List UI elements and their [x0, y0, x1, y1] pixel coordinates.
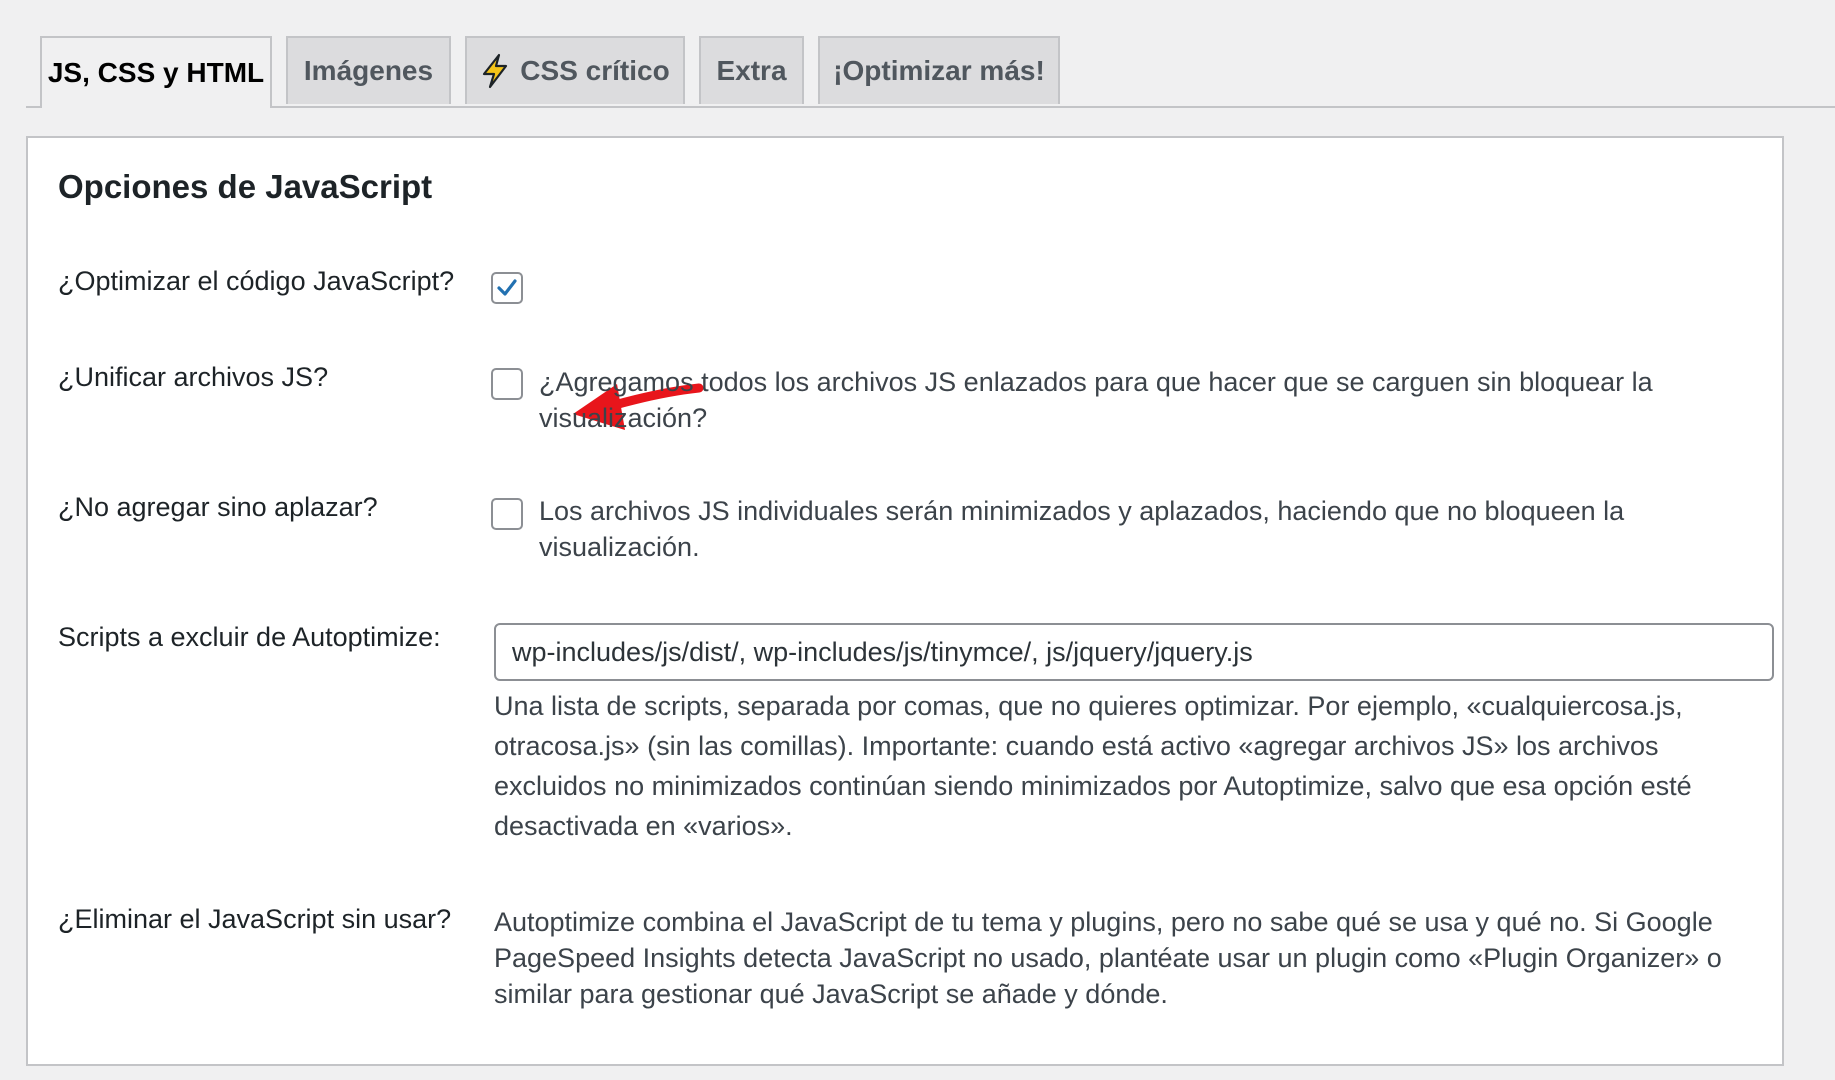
tab-critical-css[interactable]: CSS crítico: [465, 36, 685, 104]
tab-js-css-html[interactable]: JS, CSS y HTML: [40, 36, 272, 108]
aggregate-js-checkbox[interactable]: [491, 368, 523, 400]
defer-js-label: ¿No agregar sino aplazar?: [58, 492, 378, 522]
tab-label: ¡Optimizar más!: [833, 55, 1045, 86]
tab-extra[interactable]: Extra: [699, 36, 804, 104]
exclude-scripts-input[interactable]: [494, 623, 1774, 681]
aggregate-js-label: ¿Unificar archivos JS?: [58, 362, 329, 392]
optimize-js-label: ¿Optimizar el código JavaScript?: [58, 266, 455, 296]
section-title: Opciones de JavaScript: [58, 168, 433, 205]
tab-bar: JS, CSS y HTML Imágenes CSS crítico Extr…: [26, 36, 1835, 108]
unused-js-description: Autoptimize combina el JavaScript de tu …: [494, 907, 1722, 1009]
tab-images[interactable]: Imágenes: [286, 36, 451, 104]
exclude-scripts-description: Una lista de scripts, separada por comas…: [494, 691, 1692, 841]
aggregate-js-description: ¿Agregamos todos los archivos JS enlazad…: [539, 367, 1653, 433]
defer-js-description: Los archivos JS individuales serán minim…: [539, 496, 1625, 562]
tab-label: JS, CSS y HTML: [47, 57, 265, 88]
tab-label: Extra: [716, 55, 787, 86]
tab-label: CSS crítico: [520, 55, 670, 86]
settings-page: JS, CSS y HTML Imágenes CSS crítico Extr…: [0, 0, 1835, 1080]
tab-label: Imágenes: [303, 55, 434, 86]
optimize-js-checkbox[interactable]: [491, 272, 523, 304]
unused-js-label: ¿Eliminar el JavaScript sin usar?: [58, 904, 452, 934]
exclude-scripts-label: Scripts a excluir de Autoptimize:: [58, 622, 441, 652]
checkmark-icon: [497, 279, 517, 296]
defer-js-checkbox[interactable]: [491, 498, 523, 530]
tab-optimize-more[interactable]: ¡Optimizar más!: [818, 36, 1060, 104]
lightning-bolt-icon: [480, 53, 510, 89]
js-options-panel: Opciones de JavaScript ¿Optimizar el cód…: [26, 136, 1784, 1066]
